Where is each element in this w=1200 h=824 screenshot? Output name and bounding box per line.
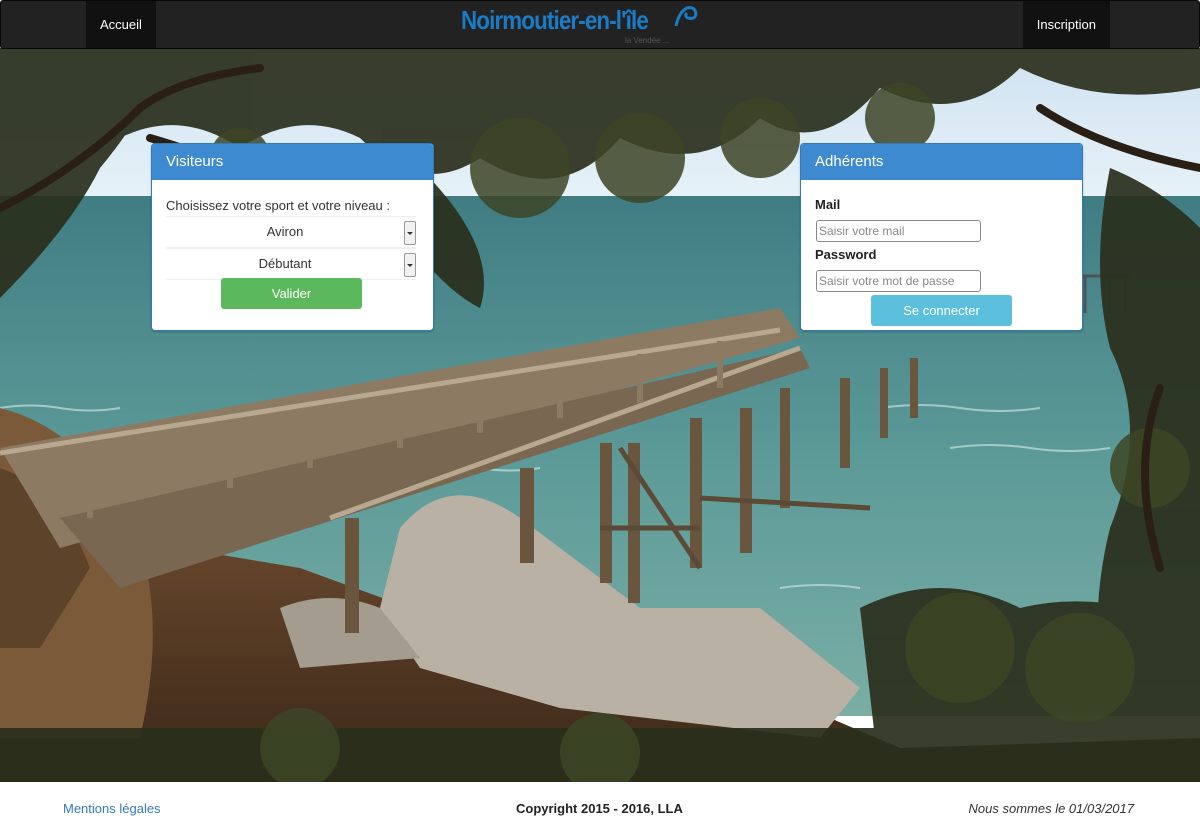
legal-notice-link[interactable]: Mentions légales	[63, 801, 161, 816]
password-input[interactable]	[816, 270, 981, 292]
brand-logo[interactable]: Noirmoutier-en-l'île la Vendée ...	[461, 3, 721, 47]
brand-subtitle: la Vendée ...	[625, 36, 670, 45]
mail-label: Mail	[815, 197, 841, 212]
level-select[interactable]: Débutant	[166, 248, 416, 280]
brand-title: Noirmoutier-en-l'île	[461, 5, 649, 35]
nav-home-link[interactable]: Accueil	[86, 1, 156, 48]
mail-input[interactable]	[816, 220, 981, 242]
members-panel-title: Adhérents	[801, 144, 1082, 180]
footer: Mentions légales Copyright 2015 - 2016, …	[0, 782, 1200, 824]
copyright-text: Copyright 2015 - 2016, LLA	[516, 801, 683, 816]
login-button[interactable]: Se connecter	[871, 295, 1012, 326]
top-navbar: Accueil Noirmoutier-en-l'île la Vendée .…	[0, 0, 1200, 49]
sport-select-value: Aviron	[266, 224, 304, 239]
nav-signup-link[interactable]: Inscription	[1022, 1, 1110, 48]
wave-logo-icon	[674, 6, 698, 27]
sport-level-prompt: Choisissez votre sport et votre niveau :	[166, 198, 390, 213]
visitors-panel: Visiteurs Choisissez votre sport et votr…	[151, 143, 434, 331]
members-panel: Adhérents Mail Password Se connecter	[800, 143, 1083, 331]
validate-button[interactable]: Valider	[221, 278, 362, 309]
password-label: Password	[815, 247, 877, 262]
select-arrow-icon[interactable]	[404, 221, 416, 245]
select-arrow-icon[interactable]	[404, 253, 416, 277]
current-date-text: Nous sommes le 01/03/2017	[968, 801, 1134, 816]
level-select-value: Débutant	[258, 256, 312, 271]
sport-select[interactable]: Aviron	[166, 216, 416, 248]
visitors-panel-title: Visiteurs	[152, 144, 433, 180]
